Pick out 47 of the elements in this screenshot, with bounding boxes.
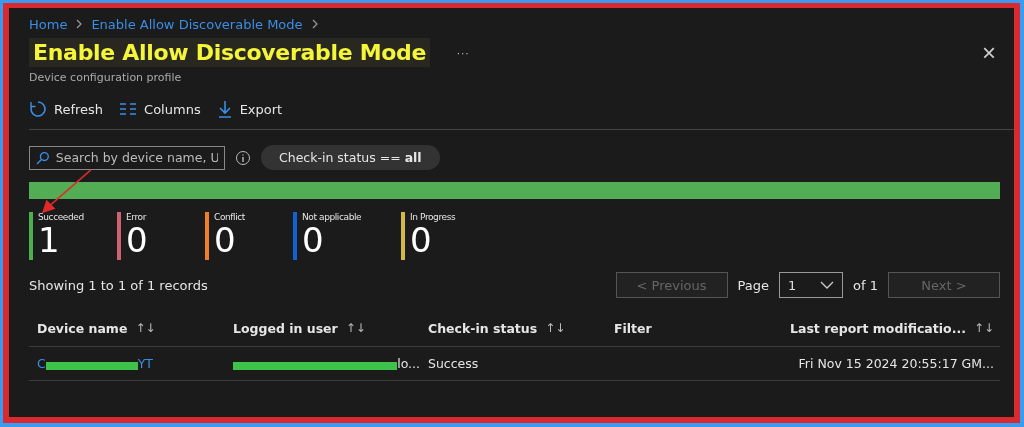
- stat-count: 0: [302, 222, 324, 258]
- breadcrumb-link[interactable]: Home: [29, 16, 68, 32]
- stat-count: 0: [410, 222, 432, 258]
- filter-pill[interactable]: Check-in status == all: [261, 145, 440, 170]
- sort-icon[interactable]: ↑↓: [135, 321, 156, 335]
- column-header[interactable]: Last report modificatio...: [790, 320, 966, 336]
- more-button[interactable]: ···: [450, 44, 476, 61]
- search-field[interactable]: Search by device name, U: [29, 145, 225, 170]
- chevron-icon: [75, 19, 84, 29]
- page-dropdown[interactable]: 1: [779, 272, 844, 298]
- stat-count: 0: [214, 222, 237, 258]
- chevron-icon: [310, 19, 319, 29]
- stat-label: Error: [126, 212, 148, 222]
- stat-label: Not applicable: [302, 212, 362, 222]
- table-cell: lo...: [397, 356, 420, 371]
- columns-button[interactable]: Columns: [119, 98, 201, 120]
- records-count: Showing 1 to 1 of 1 records: [29, 277, 208, 293]
- page-subtitle: Device configuration profile: [29, 71, 183, 84]
- download-icon: [216, 100, 233, 118]
- page-count: of 1: [853, 277, 878, 293]
- table-cell: Success: [428, 356, 479, 371]
- chevron-down-icon: [820, 281, 835, 289]
- device-link[interactable]: YT: [137, 356, 153, 371]
- sort-icon[interactable]: ↑↓: [973, 321, 994, 335]
- column-header[interactable]: Device name: [37, 320, 128, 336]
- breadcrumb-link[interactable]: Enable Allow Discoverable Mode: [91, 16, 303, 32]
- info-icon[interactable]: [235, 149, 251, 166]
- column-header[interactable]: Check-in status: [428, 320, 538, 336]
- stat-label: Conflict: [214, 212, 245, 222]
- stat-label: Succeeded: [38, 212, 84, 222]
- table-cell: Fri Nov 15 2024 20:55:17 GM...: [798, 356, 994, 371]
- sort-icon[interactable]: ↑↓: [345, 321, 366, 335]
- columns-icon: [119, 102, 138, 116]
- column-header[interactable]: Filter: [614, 320, 652, 336]
- stat-label: In Progress: [410, 212, 456, 222]
- page-label: Page: [737, 277, 770, 293]
- close-button[interactable]: ×: [978, 40, 1000, 65]
- export-button[interactable]: Export: [216, 98, 283, 120]
- refresh-icon: [29, 100, 47, 118]
- stat-count: 1: [38, 222, 61, 258]
- search-icon: [36, 150, 50, 165]
- column-header[interactable]: Logged in user: [233, 320, 338, 336]
- stat-count: 0: [126, 222, 148, 258]
- device-link[interactable]: C: [37, 356, 46, 371]
- page-title: Enable Allow Discoverable Mode: [29, 38, 431, 67]
- sort-icon[interactable]: ↑↓: [545, 321, 566, 335]
- refresh-button[interactable]: Refresh: [29, 98, 104, 120]
